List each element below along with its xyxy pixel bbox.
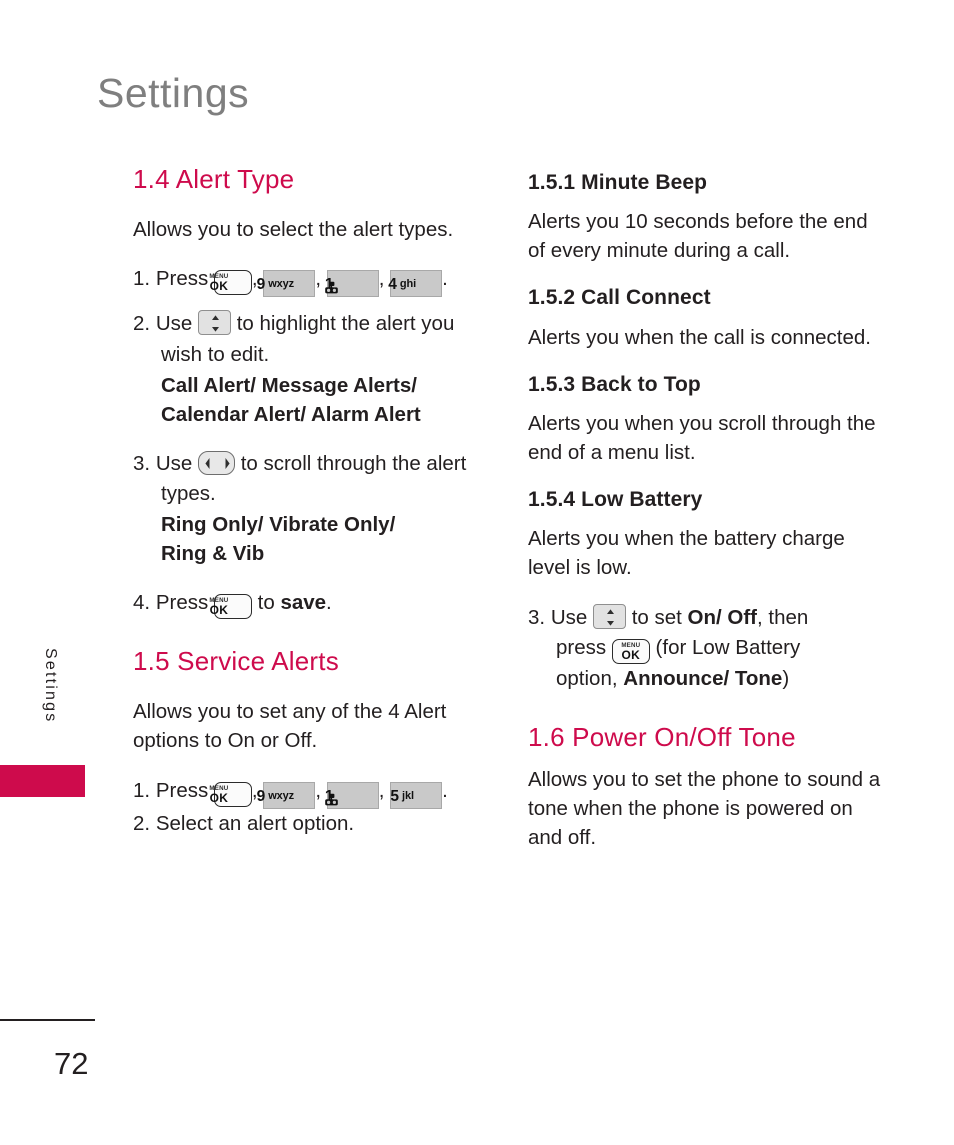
footer-divider [0,1019,95,1021]
period: . [442,267,448,290]
step-1-5-4-3-line3: option, Announce/ Tone) [528,664,883,695]
page-title: Settings [97,70,250,116]
up-down-navigation-key-icon [592,603,626,629]
step-1-4-4: 4. Press MENU OK to save. [133,588,493,620]
comma: , [315,267,322,290]
key-4-ghi-icon: 4 ghi [388,270,443,297]
menu-ok-key-icon: MENU OK [611,639,650,665]
step-text: to set [631,605,682,629]
key-1-voicemail-icon: 1 [324,781,379,809]
side-tab-marker [0,765,85,797]
step-text: Use [155,312,193,335]
menu-ok-key-icon: MENU OK [209,594,252,620]
step-1-4-2-options-line1: Call Alert/ Message Alerts/ [161,373,417,397]
step-text: Use [155,451,193,475]
menu-ok-key-icon: MENU OK [209,270,252,295]
announce-tone-keyword: Announce/ Tone [623,667,783,691]
step-1-4-2: 2. Use to highlight the alert you wish t… [133,309,493,371]
period: . [326,591,332,615]
step-1-5-4-3-line2: press MENU OK (for Low Battery [528,633,883,665]
page-number: 72 [54,1046,89,1081]
comma: , [378,267,385,290]
side-tab-label: Settings [42,648,59,724]
menu-ok-key-icon: MENU OK [209,781,252,807]
step-text: Press [155,778,209,802]
step-number: 1. [133,267,151,290]
sub-1-5-2-body: Alerts you when the call is connected. [528,325,871,349]
left-right-navigation-key-icon [197,450,235,475]
comma: , [378,778,385,802]
step-text: (for Low Battery [655,636,801,660]
step-text: press [556,636,607,660]
save-keyword: save [280,591,327,615]
comma: , [315,778,322,802]
period: . [442,778,448,802]
voicemail-icon [324,277,353,294]
step-text: ) [782,667,790,691]
step-1-5-4-3: 3. Use to set On/ Off, then [528,603,883,634]
step-number: 3. [133,451,151,475]
voicemail-icon [324,789,353,806]
key-9-wxyz-icon: 9 wxyz [257,781,316,809]
step-text: option, [556,667,618,691]
section-1-5-body: Allows you to set any of the 4 Alert opt… [133,700,447,753]
step-1-5-1: 1. Press MENU OK , 9wxyz , 1 , 5jkl . [133,776,493,809]
step-number: 3. [528,605,546,629]
sub-heading-1-5-1: 1.5.1 Minute Beep [528,171,708,194]
sub-1-5-4-body: Alerts you when the battery charge level… [528,527,845,580]
step-1-5-2: 2. Select an alert option. [133,809,493,840]
step-text: Press [155,267,209,290]
sub-heading-1-5-3: 1.5.3 Back to Top [528,372,701,396]
step-1-4-3-options-line2: Ring & Vib [161,542,265,566]
section-1-4-body: Allows you to select the alert types. [133,217,454,241]
step-text: , then [757,605,809,629]
key-5-jkl-icon: 5 jkl [390,781,443,809]
step-text: Select an alert option. [155,811,355,835]
section-heading-1-6: 1.6 Power On/Off Tone [528,722,796,753]
step-1-4-3: 3. Use to scroll through the alert types… [133,449,493,511]
key-9-wxyz-icon: 9 wxyz [257,270,316,297]
right-column: 1.5.1 Minute Beep Alerts you 10 seconds … [528,170,883,852]
step-1-4-2-options-line2: Calendar Alert/ Alarm Alert [161,402,421,426]
sub-heading-1-5-2: 1.5.2 Call Connect [528,286,711,310]
step-1-4-3-options-line1: Ring Only/ Vibrate Only/ [161,513,396,537]
section-1-6-body: Allows you to set the phone to sound a t… [528,767,881,850]
section-heading-1-4: 1.4 Alert Type [133,164,295,194]
step-text: Press [155,591,209,615]
up-down-navigation-key-icon [197,310,231,335]
section-heading-1-5: 1.5 Service Alerts [133,646,339,677]
sub-1-5-3-body: Alerts you when you scroll through the e… [528,411,876,464]
step-text: to [257,591,275,615]
step-number: 1. [133,778,151,802]
step-number: 4. [133,591,151,615]
step-number: 2. [133,312,151,335]
left-column: 1.4 Alert Type Allows you to select the … [133,164,493,840]
sub-1-5-1-body: Alerts you 10 seconds before the end of … [528,210,868,263]
step-number: 2. [133,811,151,835]
sub-heading-1-5-4: 1.5.4 Low Battery [528,488,703,512]
key-1-voicemail-icon: 1 [324,270,379,297]
step-text: Use [550,605,588,629]
on-off-keyword: On/ Off [687,605,757,629]
step-1-4-1: 1. Press MENU OK , 9wxyz , 1 , 4ghi . [133,264,493,297]
